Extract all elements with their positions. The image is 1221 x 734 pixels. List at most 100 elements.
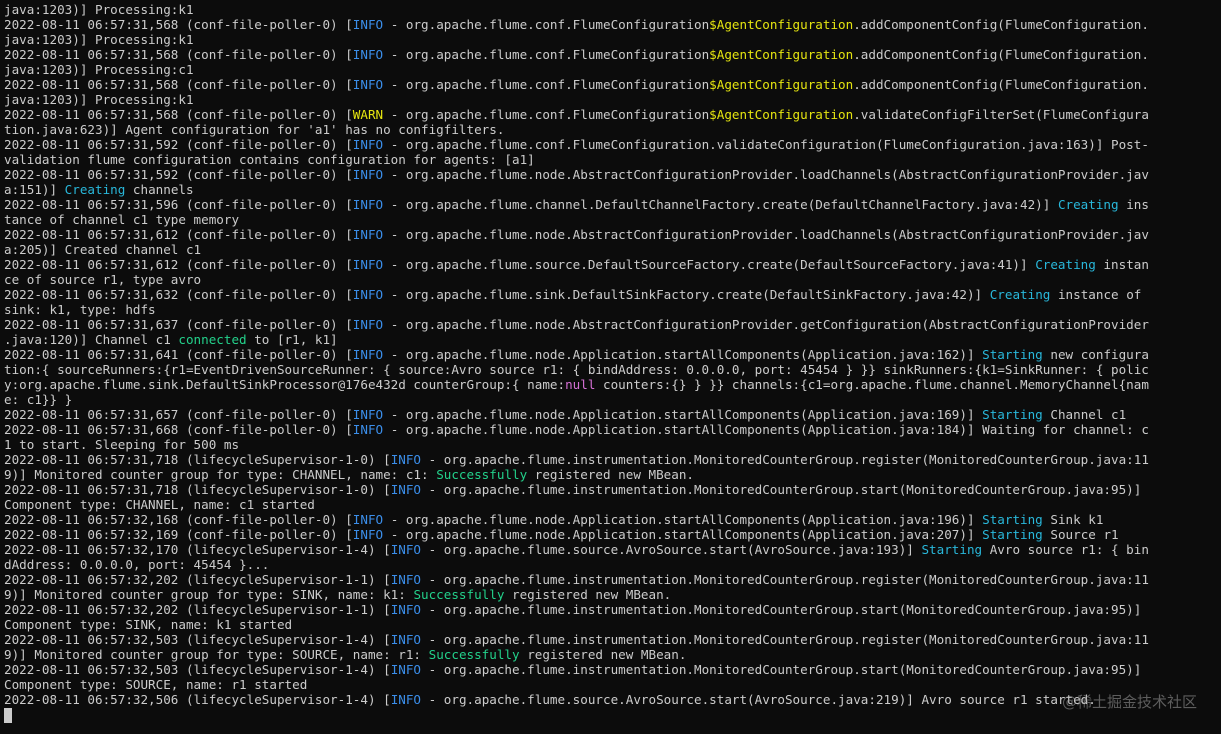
log-line: 2022-08-11 06:57:31,568 (conf-file-polle… [4, 77, 1221, 92]
log-line: validation flume configuration contains … [4, 152, 1221, 167]
log-level-info: INFO [390, 482, 422, 497]
terminal-window[interactable]: java:1203)] Processing:k1 2022-08-11 06:5… [0, 0, 1221, 734]
log-text: instance of [1050, 287, 1142, 302]
log-line: 2022-08-11 06:57:31,592 (conf-file-polle… [4, 137, 1221, 152]
log-text: 2022-08-11 06:57:31,637 (conf-file-polle… [4, 317, 353, 332]
log-text: 2022-08-11 06:57:31,612 (conf-file-polle… [4, 227, 353, 242]
log-text: ce of source r1, type avro [4, 272, 202, 287]
log-line: 2022-08-11 06:57:31,718 (lifecycleSuperv… [4, 452, 1221, 467]
log-text: 9)] Monitored counter group for type: CH… [4, 467, 437, 482]
log-text: y:org.apache.flume.sink.DefaultSinkProce… [4, 377, 566, 392]
log-line: tion.java:623)] Agent configuration for … [4, 122, 1221, 137]
log-text: 2022-08-11 06:57:32,503 (lifecycleSuperv… [4, 662, 391, 677]
watermark: @稀土掘金技术社区 [1061, 693, 1197, 711]
log-line: 2022-08-11 06:57:32,168 (conf-file-polle… [4, 512, 1221, 527]
null-keyword: null [565, 377, 596, 392]
log-level-info: INFO [352, 257, 384, 272]
log-line: 2022-08-11 06:57:31,612 (conf-file-polle… [4, 257, 1221, 272]
log-level-info: INFO [352, 347, 384, 362]
log-text: - org.apache.flume.node.Application.star… [383, 422, 1149, 437]
log-text: sink: k1, type: hdfs [4, 302, 156, 317]
log-text: - org.apache.flume.channel.DefaultChanne… [383, 197, 1058, 212]
log-line: 2022-08-11 06:57:31,657 (conf-file-polle… [4, 407, 1221, 422]
log-text: 2022-08-11 06:57:31,568 (conf-file-polle… [4, 47, 353, 62]
log-text: Source r1 [1042, 527, 1119, 542]
log-line: tion:{ sourceRunners:{r1=EventDrivenSour… [4, 362, 1221, 377]
action-keyword: Creating [64, 182, 126, 197]
log-text: ins [1118, 197, 1149, 212]
log-level-warn: WARN [352, 107, 384, 122]
log-text: 2022-08-11 06:57:32,202 (lifecycleSuperv… [4, 602, 391, 617]
log-text: Component type: CHANNEL, name: c1 starte… [4, 497, 315, 512]
log-text: 2022-08-11 06:57:31,632 (conf-file-polle… [4, 287, 353, 302]
log-line: 2022-08-11 06:57:31,641 (conf-file-polle… [4, 347, 1221, 362]
log-text: 2022-08-11 06:57:31,612 (conf-file-polle… [4, 257, 353, 272]
log-line: 2022-08-11 06:57:32,503 (lifecycleSuperv… [4, 632, 1221, 647]
log-level-info: INFO [390, 632, 422, 647]
log-text: Component type: SOURCE, name: r1 started [4, 677, 308, 692]
log-text: - org.apache.flume.node.Application.star… [383, 527, 983, 542]
status-keyword: Successfully [436, 467, 528, 482]
log-text: counters:{} } }} channels:{c1=org.apache… [595, 377, 1149, 392]
log-text: java:1203)] Processing:c1 [4, 62, 194, 77]
log-text: - org.apache.flume.node.Application.star… [383, 512, 983, 527]
log-text: - org.apache.flume.conf.FlumeConfigurati… [383, 47, 710, 62]
log-line: y:org.apache.flume.sink.DefaultSinkProce… [4, 377, 1221, 392]
log-text: - org.apache.flume.node.AbstractConfigur… [383, 317, 1149, 332]
log-text: 2022-08-11 06:57:32,506 (lifecycleSuperv… [4, 692, 391, 707]
log-text: - org.apache.flume.node.Application.star… [383, 407, 983, 422]
log-line: 2022-08-11 06:57:32,170 (lifecycleSuperv… [4, 542, 1221, 557]
log-line: a:205)] Created channel c1 [4, 242, 1221, 257]
log-line: 2022-08-11 06:57:31,718 (lifecycleSuperv… [4, 482, 1221, 497]
log-text: - org.apache.flume.instrumentation.Monit… [421, 662, 1142, 677]
log-level-info: INFO [352, 317, 384, 332]
log-text: registered new MBean. [519, 647, 687, 662]
log-text: - org.apache.flume.node.AbstractConfigur… [383, 167, 1149, 182]
status-keyword: connected [178, 332, 247, 347]
log-text: - org.apache.flume.instrumentation.Monit… [421, 482, 1142, 497]
log-level-info: INFO [352, 287, 384, 302]
log-text: dAddress: 0.0.0.0, port: 45454 }... [4, 557, 270, 572]
log-text: e: c1}} } [4, 392, 73, 407]
log-line: Component type: SOURCE, name: r1 started [4, 677, 1221, 692]
log-text: - org.apache.flume.source.AvroSource.sta… [421, 542, 922, 557]
log-text: .validateConfigFilterSet(FlumeConfigura [853, 107, 1149, 122]
log-text: registered new MBean. [527, 467, 694, 482]
log-text: 1 to start. Sleeping for 500 ms [4, 437, 240, 452]
log-text: 9)] Monitored counter group for type: SO… [4, 647, 429, 662]
status-keyword: Successfully [413, 587, 505, 602]
log-line: 2022-08-11 06:57:31,632 (conf-file-polle… [4, 287, 1221, 302]
log-line: java:1203)] Processing:c1 [4, 62, 1221, 77]
log-text: .addComponentConfig(FlumeConfiguration. [853, 17, 1149, 32]
log-text: 2022-08-11 06:57:31,718 (lifecycleSuperv… [4, 452, 391, 467]
log-text: 9)] Monitored counter group for type: SI… [4, 587, 414, 602]
log-level-info: INFO [352, 527, 384, 542]
log-text: Component type: SINK, name: k1 started [4, 617, 293, 632]
log-level-info: INFO [390, 452, 422, 467]
log-text: 2022-08-11 06:57:31,592 (conf-file-polle… [4, 167, 353, 182]
log-level-info: INFO [352, 47, 384, 62]
action-keyword: Starting [982, 512, 1043, 527]
log-text: a:205)] Created channel c1 [4, 242, 202, 257]
log-text: 2022-08-11 06:57:32,170 (lifecycleSuperv… [4, 542, 391, 557]
log-text: - org.apache.flume.instrumentation.Monit… [421, 452, 1149, 467]
log-line: a:151)] Creating channels [4, 182, 1221, 197]
log-level-info: INFO [352, 197, 384, 212]
class-name-highlight: $AgentConfiguration [709, 107, 854, 122]
log-text: java:1203)] Processing:k1 [4, 32, 194, 47]
log-line: 1 to start. Sleeping for 500 ms [4, 437, 1221, 452]
action-keyword: Creating [1057, 197, 1119, 212]
log-line: java:1203)] Processing:k1 [4, 2, 1221, 17]
log-level-info: INFO [352, 167, 384, 182]
log-text: Avro source r1: { bin [982, 542, 1149, 557]
log-line: 2022-08-11 06:57:31,568 (conf-file-polle… [4, 17, 1221, 32]
log-text: - org.apache.flume.instrumentation.Monit… [421, 572, 1149, 587]
log-level-info: INFO [352, 137, 384, 152]
log-level-info: INFO [352, 17, 384, 32]
log-line: ce of source r1, type avro [4, 272, 1221, 287]
log-level-info: INFO [390, 662, 422, 677]
log-level-info: INFO [352, 227, 384, 242]
log-text: - org.apache.flume.conf.FlumeConfigurati… [383, 77, 710, 92]
log-text: 2022-08-11 06:57:31,641 (conf-file-polle… [4, 347, 353, 362]
log-line: dAddress: 0.0.0.0, port: 45454 }... [4, 557, 1221, 572]
